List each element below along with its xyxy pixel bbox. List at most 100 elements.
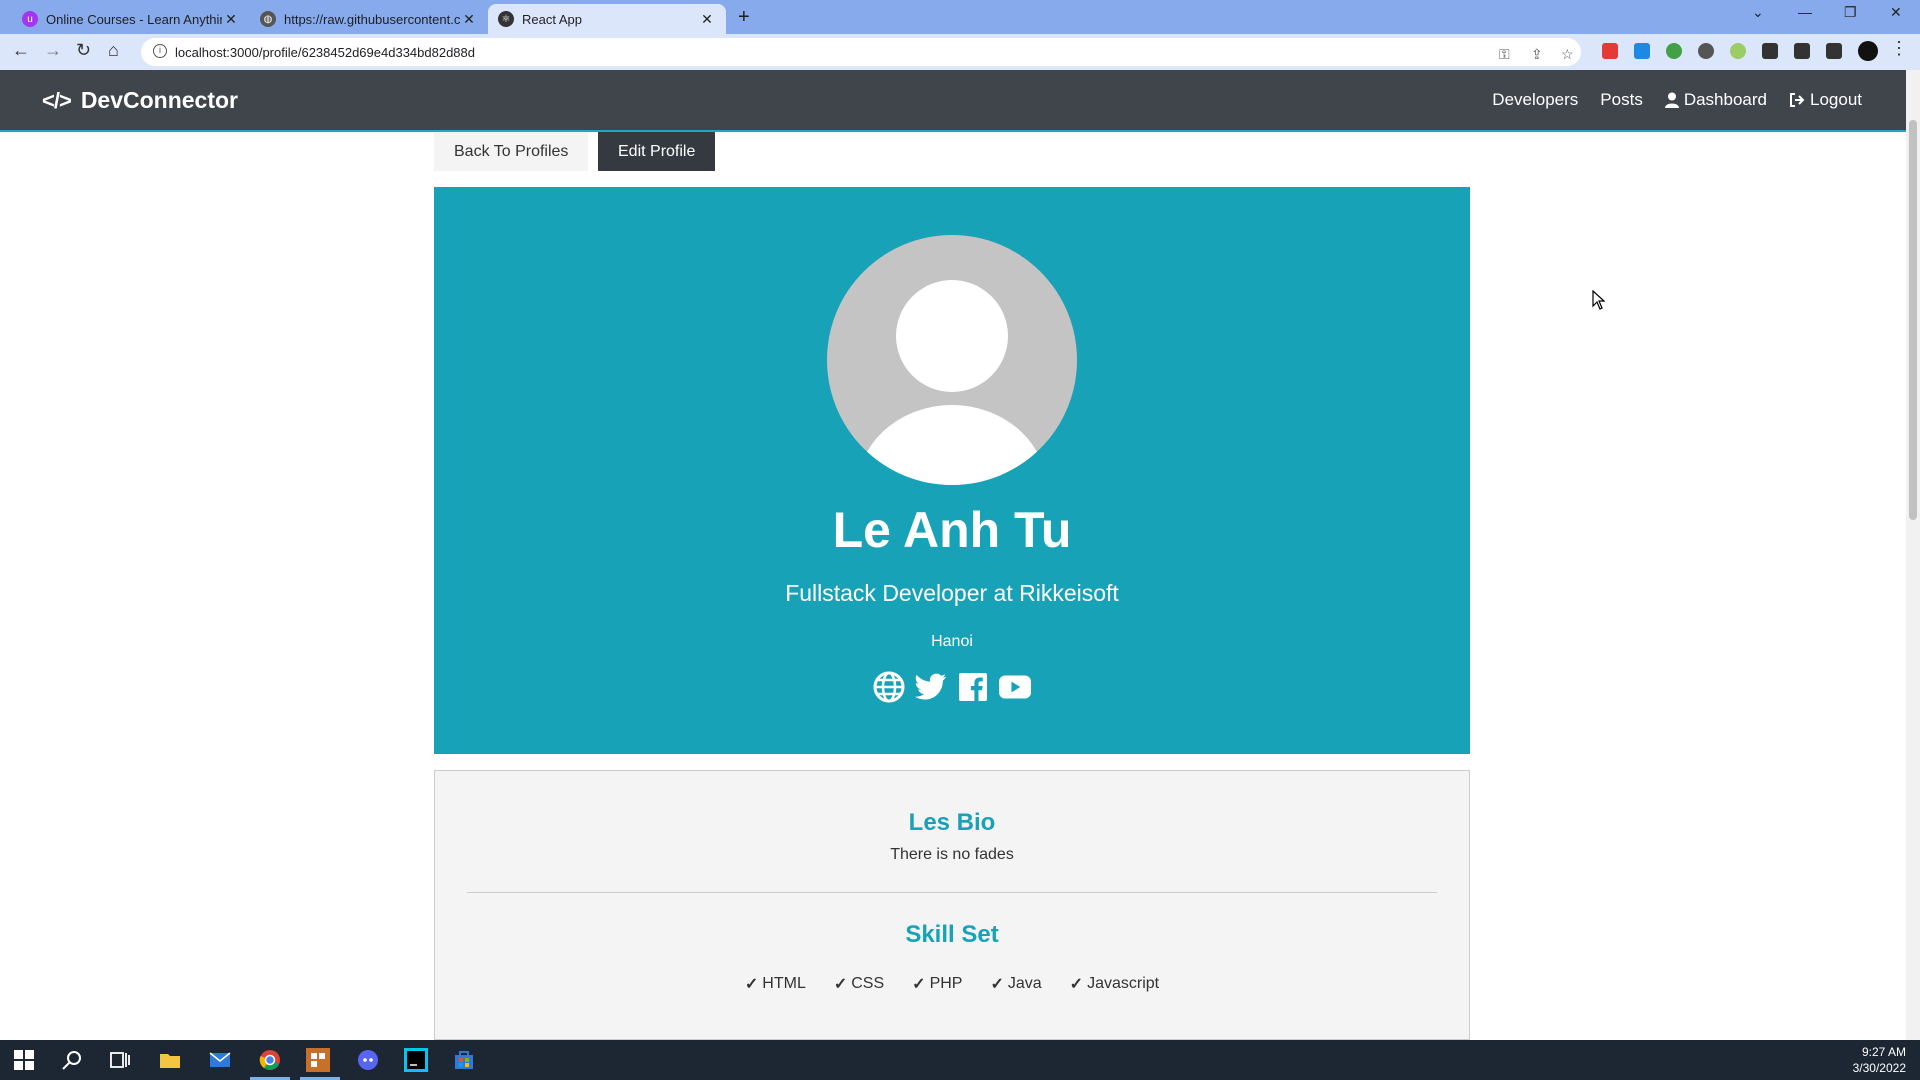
- tab-title: React App: [522, 11, 582, 27]
- menu-icon[interactable]: ⋮: [1890, 38, 1908, 59]
- skill-label: PHP: [929, 975, 963, 992]
- skill-label: HTML: [762, 975, 806, 992]
- scrollbar-thumb[interactable]: [1909, 120, 1917, 520]
- skill-label: Javascript: [1087, 975, 1160, 992]
- back-to-profiles-button[interactable]: Back To Profiles: [434, 132, 589, 171]
- windows-taskbar: 9:27 AM 3/30/2022: [0, 1040, 1920, 1080]
- profile-about: Les Bio There is no fades Skill Set ✓ HTM…: [434, 770, 1470, 1040]
- skill-item: ✓ Javascript: [1070, 974, 1159, 994]
- skill-label: CSS: [851, 975, 885, 992]
- new-tab-button[interactable]: +: [738, 6, 750, 29]
- task-view-icon[interactable]: [108, 1048, 132, 1072]
- profile-name: Le Anh Tu: [832, 502, 1072, 558]
- webstorm-icon[interactable]: [404, 1048, 428, 1072]
- close-icon[interactable]: ✕: [460, 11, 478, 28]
- divider: [467, 892, 1437, 893]
- globe-icon[interactable]: [873, 671, 905, 703]
- check-icon: ✓: [1069, 976, 1084, 993]
- mail-icon[interactable]: [208, 1048, 232, 1072]
- react-icon: ⚛: [498, 11, 514, 27]
- minimize-button[interactable]: —: [1798, 4, 1812, 20]
- twitter-icon[interactable]: [915, 671, 947, 703]
- windows-start-icon[interactable]: [12, 1048, 36, 1072]
- sign-out-icon: [1790, 93, 1805, 107]
- app-icon[interactable]: [306, 1048, 330, 1072]
- mouse-cursor-icon: [1592, 290, 1606, 310]
- skill-item: ✓ Java: [990, 974, 1041, 994]
- brand-name: DevConnector: [80, 87, 239, 113]
- tab-search-icon[interactable]: ⌄: [1752, 4, 1764, 21]
- adblock-icon[interactable]: [1602, 43, 1618, 59]
- browser-tab-github[interactable]: ◍ https://raw.githubusercontent.co ✕: [250, 4, 488, 34]
- social-icons: [434, 671, 1470, 703]
- clock-date: 3/30/2022: [1852, 1061, 1906, 1075]
- avatar: [827, 235, 1077, 485]
- share-icon[interactable]: ⇪: [1531, 46, 1543, 63]
- browser-toolbar: ← → ↻ ⌂ i localhost:3000/profile/6238452…: [0, 34, 1920, 70]
- facebook-icon[interactable]: [957, 671, 989, 703]
- user-icon: [1664, 92, 1679, 108]
- brand-link[interactable]: </> DevConnector: [42, 87, 238, 114]
- reading-list-icon[interactable]: [1794, 43, 1810, 59]
- browser-tab-react[interactable]: ⚛ React App ✕: [488, 4, 726, 34]
- address-text: localhost:3000/profile/6238452d69e4d334b…: [175, 44, 475, 60]
- skill-item: ✓ HTML: [745, 974, 806, 994]
- check-icon: ✓: [990, 976, 1004, 993]
- browser-tab-udemy[interactable]: u Online Courses - Learn Anything ✕: [12, 4, 250, 34]
- page-scrollbar[interactable]: [1906, 70, 1920, 1040]
- back-icon[interactable]: ←: [12, 40, 30, 61]
- nav-posts[interactable]: Posts: [1600, 90, 1643, 110]
- skill-item: ✓ CSS: [834, 974, 884, 994]
- extension-icon[interactable]: [1730, 43, 1746, 59]
- code-icon: </>: [42, 87, 72, 113]
- home-icon[interactable]: ⌂: [108, 40, 119, 61]
- nav-dashboard-label: Dashboard: [1683, 90, 1767, 109]
- close-icon[interactable]: ✕: [222, 11, 240, 28]
- nav-logout[interactable]: Logout: [1789, 90, 1862, 110]
- extension-icon[interactable]: [1698, 43, 1714, 59]
- taskbar-clock[interactable]: 9:27 AM 3/30/2022: [1853, 1044, 1906, 1076]
- profile-avatar[interactable]: [1858, 41, 1878, 61]
- browser-tab-strip: u Online Courses - Learn Anything ✕ ◍ ht…: [0, 0, 1920, 34]
- reload-icon[interactable]: ↻: [76, 40, 91, 61]
- close-window-button[interactable]: ✕: [1890, 4, 1902, 21]
- bookmark-star-icon[interactable]: ☆: [1561, 46, 1574, 63]
- color-picker-icon[interactable]: [1666, 43, 1682, 59]
- check-icon: ✓: [744, 976, 759, 993]
- skills-list: ✓ HTML ✓ CSS ✓ PHP ✓ Java ✓ Javascript: [435, 974, 1469, 994]
- skill-label: Java: [1007, 975, 1042, 992]
- globe-icon: ◍: [260, 11, 276, 27]
- skill-item: ✓ PHP: [912, 974, 962, 994]
- restore-button[interactable]: ❐: [1844, 4, 1857, 21]
- profile-top: Le Anh Tu Fullstack Developer at Rikkeis…: [434, 187, 1470, 754]
- edit-profile-button[interactable]: Edit Profile: [598, 132, 716, 171]
- address-bar[interactable]: i localhost:3000/profile/6238452d69e4d33…: [141, 38, 1581, 66]
- skills-title: Skill Set: [905, 921, 999, 948]
- nav-links: Developers Posts Dashboard Logout: [1492, 90, 1862, 110]
- nav-logout-label: Logout: [1810, 90, 1862, 109]
- nav-dashboard[interactable]: Dashboard: [1664, 90, 1767, 110]
- nav-developers[interactable]: Developers: [1492, 90, 1578, 110]
- udemy-icon: u: [22, 11, 38, 27]
- chrome-icon[interactable]: [258, 1048, 282, 1072]
- check-icon: ✓: [833, 976, 848, 993]
- bio-text: There is no fades: [890, 846, 1014, 863]
- puzzle-icon[interactable]: [1762, 43, 1778, 59]
- app-navbar: </> DevConnector Developers Posts Dashbo…: [0, 70, 1906, 132]
- tab-title: Online Courses - Learn Anything: [46, 11, 222, 27]
- key-icon[interactable]: ⚿: [1499, 46, 1510, 63]
- file-explorer-icon[interactable]: [158, 1048, 182, 1072]
- avatar-head: [896, 280, 1008, 392]
- discord-icon[interactable]: [356, 1048, 380, 1072]
- profile-location: Hanoi: [931, 633, 973, 650]
- profile-status: Fullstack Developer at Rikkeisoft: [785, 580, 1119, 606]
- info-icon[interactable]: i: [153, 44, 167, 58]
- search-icon[interactable]: [60, 1048, 84, 1072]
- avatar-body: [857, 405, 1047, 485]
- youtube-icon[interactable]: [999, 671, 1031, 703]
- close-icon[interactable]: ✕: [698, 11, 716, 28]
- side-panel-icon[interactable]: [1826, 43, 1842, 59]
- store-icon[interactable]: [452, 1048, 476, 1072]
- forward-icon[interactable]: →: [44, 40, 62, 61]
- extension-icon[interactable]: [1634, 43, 1650, 59]
